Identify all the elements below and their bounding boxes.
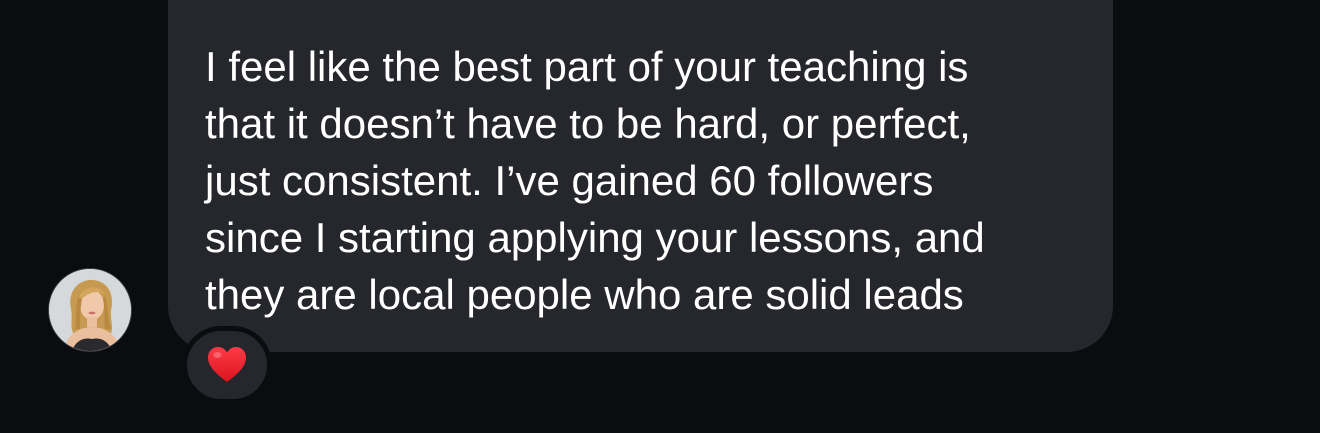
message-text: I feel like the best part of your teachi… (205, 43, 985, 318)
profile-photo-icon (49, 269, 131, 351)
heart-icon (208, 347, 246, 382)
sender-avatar[interactable] (48, 268, 132, 352)
dm-conversation: I feel like the best part of your teachi… (0, 0, 1320, 433)
reaction-badge[interactable] (182, 326, 272, 404)
